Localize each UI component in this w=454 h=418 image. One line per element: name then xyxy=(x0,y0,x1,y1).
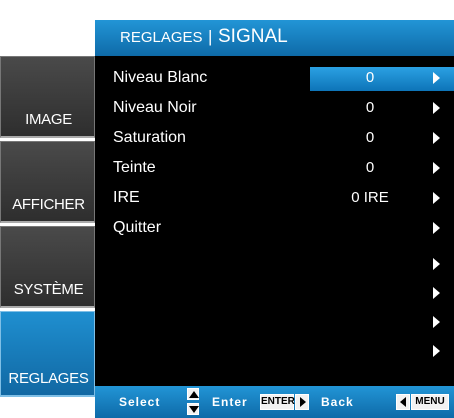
header-section: REGLAGES xyxy=(120,29,203,46)
item-value: 0 xyxy=(365,159,375,176)
item-label: Niveau Blanc xyxy=(113,69,208,86)
menu-header: REGLAGES | SIGNAL xyxy=(95,20,454,56)
help-bar: Select Enter ENTER Back MENU xyxy=(95,386,454,418)
menu-item-niveau-noir[interactable]: Niveau Noir 0 xyxy=(95,95,454,121)
header-separator: | xyxy=(208,27,213,46)
enter-key: ENTER xyxy=(260,394,295,410)
chevron-right-icon xyxy=(433,222,440,234)
tab-afficher-label: AFFICHER xyxy=(12,196,85,213)
up-down-icon xyxy=(187,388,199,416)
item-value: 0 xyxy=(365,99,375,116)
osd-panel: REGLAGES | SIGNAL Niveau Blanc 0 Niveau … xyxy=(95,20,454,418)
menu-item-saturation[interactable]: Saturation 0 xyxy=(95,125,454,151)
chevron-right-icon[interactable] xyxy=(433,287,440,299)
chevron-right-icon xyxy=(433,102,440,114)
tab-systeme-label: SYSTÈME xyxy=(13,281,84,298)
item-label: Niveau Noir xyxy=(113,99,197,116)
enter-hint: Enter xyxy=(212,395,248,409)
chevron-right-icon[interactable] xyxy=(433,345,440,357)
tab-image[interactable]: IMAGE xyxy=(0,56,95,138)
item-value: 0 xyxy=(365,69,375,86)
menu-item-niveau-blanc[interactable]: Niveau Blanc 0 xyxy=(95,65,454,91)
item-label: Teinte xyxy=(113,159,156,176)
side-tabs: IMAGE AFFICHER SYSTÈME REGLAGES xyxy=(0,56,95,397)
menu-item-quitter[interactable]: Quitter xyxy=(95,215,454,241)
right-arrow-key-icon xyxy=(295,394,309,410)
tab-afficher[interactable]: AFFICHER xyxy=(0,141,95,223)
item-label: IRE xyxy=(113,189,140,206)
chevron-right-icon[interactable] xyxy=(433,258,440,270)
menu-key: MENU xyxy=(411,394,449,410)
item-label: Saturation xyxy=(113,129,186,146)
tab-systeme[interactable]: SYSTÈME xyxy=(0,226,95,308)
chevron-right-icon xyxy=(433,132,440,144)
tab-reglages-label: REGLAGES xyxy=(8,370,89,387)
tab-image-label: IMAGE xyxy=(25,111,72,128)
chevron-right-icon xyxy=(433,72,440,84)
chevron-right-icon xyxy=(433,192,440,204)
menu-item-teinte[interactable]: Teinte 0 xyxy=(95,155,454,181)
item-value: 0 IRE xyxy=(351,189,389,206)
select-hint: Select xyxy=(119,395,161,409)
left-arrow-key-icon xyxy=(396,394,410,410)
tab-reglages[interactable]: REGLAGES xyxy=(0,311,95,397)
chevron-right-icon[interactable] xyxy=(433,316,440,328)
menu-item-ire[interactable]: IRE 0 IRE xyxy=(95,185,454,211)
chevron-right-icon xyxy=(433,162,440,174)
item-value: 0 xyxy=(365,129,375,146)
header-title: SIGNAL xyxy=(218,26,288,47)
back-hint: Back xyxy=(321,395,354,409)
item-label: Quitter xyxy=(113,219,162,236)
